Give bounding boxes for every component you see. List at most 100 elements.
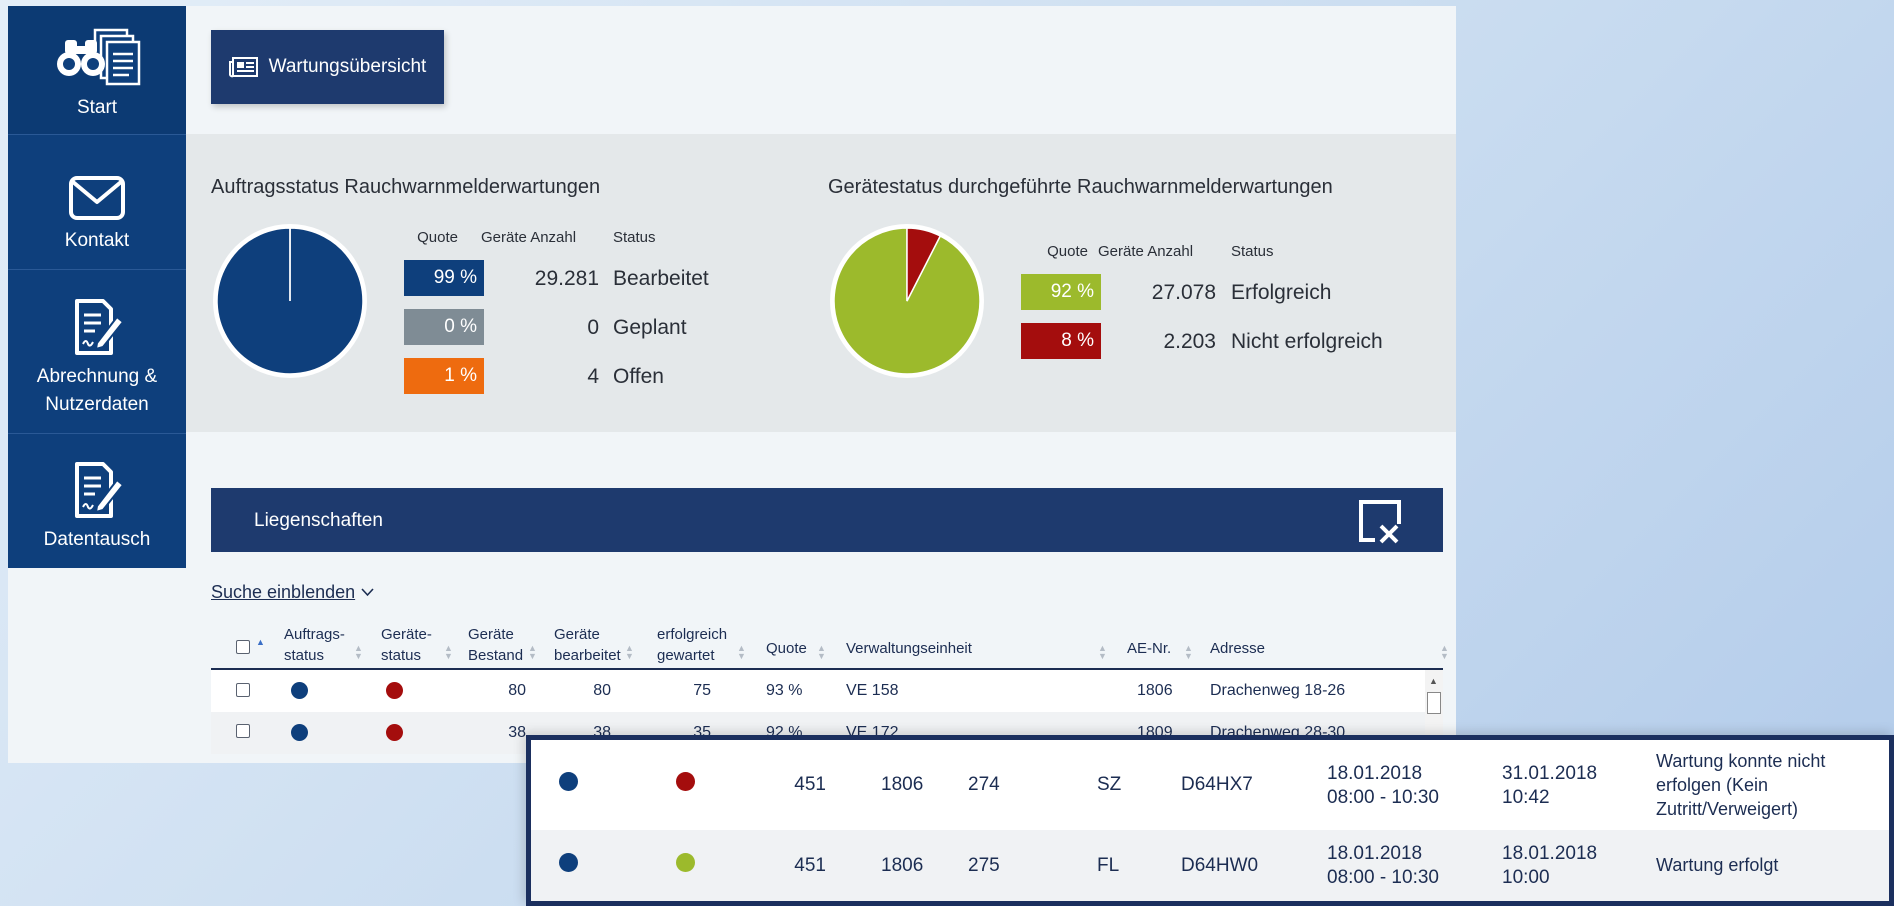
sidebar-item-datentausch[interactable]: Datentausch	[8, 433, 186, 568]
order-status-pie-chart	[213, 224, 367, 378]
planned-date: 18.01.2018	[1327, 763, 1423, 784]
order-quote-badge: 99 %	[404, 260, 484, 296]
done-date: 31.01.2018	[1502, 763, 1598, 784]
sidebar-item-label: Kontakt	[64, 230, 130, 251]
cell-device: D64HW0	[1181, 855, 1259, 876]
binoculars-documents-icon	[57, 28, 141, 86]
cell-col1: 451	[794, 774, 826, 795]
column-header-adresse[interactable]: Adresse	[1210, 638, 1265, 659]
search-toggle-link[interactable]: Suche einblenden	[211, 582, 374, 603]
device-quote-badge: 8 %	[1021, 323, 1101, 359]
properties-header: Liegenschaften	[211, 488, 1443, 552]
app-window: Start Kontakt Abrechnung & Nutzerdaten D…	[8, 6, 1456, 763]
envelope-icon	[69, 176, 125, 220]
scroll-up-icon[interactable]: ▲	[1429, 676, 1438, 686]
order-quote-badge: 0 %	[404, 309, 484, 345]
chevron-down-icon	[361, 588, 374, 597]
geraete-status-dot	[676, 772, 695, 791]
order-quote-header: Quote	[417, 229, 458, 246]
sidebar-item-kontakt[interactable]: Kontakt	[8, 134, 186, 269]
device-status-label: Nicht erfolgreich	[1231, 330, 1383, 353]
planned-time: 08:00 - 10:30	[1327, 867, 1439, 888]
sort-icon[interactable]: ▲ ▼	[354, 644, 363, 661]
order-status-header: Status	[613, 229, 656, 246]
sort-icon[interactable]: ▲ ▼	[1440, 644, 1449, 661]
sort-icon[interactable]: ▲ ▼	[625, 644, 634, 661]
column-header-geraete-bestand[interactable]: Geräte Bestand	[468, 624, 523, 666]
cell-col2: 1806	[881, 774, 924, 795]
scrollbar-thumb[interactable]	[1427, 692, 1441, 714]
cell-done: 31.01.2018 10:42	[1502, 762, 1597, 810]
device-count: 27.078	[1151, 281, 1216, 304]
sort-icon[interactable]: ▲ ▼	[528, 644, 537, 661]
row-checkbox[interactable]	[236, 683, 250, 697]
column-header-ae-nr[interactable]: AE-Nr.	[1127, 638, 1171, 659]
sidebar-item-start[interactable]: Start	[8, 6, 186, 134]
cell-room: SZ	[1097, 774, 1122, 795]
device-status-title: Gerätestatus durchgeführte Rauchwarnmeld…	[828, 176, 1333, 198]
cell-gewartet: 75	[693, 682, 711, 699]
cell-verwaltungseinheit: VE 158	[846, 682, 899, 699]
column-header-auftragsstatus[interactable]: Auftrags- status	[284, 624, 345, 666]
column-header-line: Auftrags-	[284, 626, 345, 643]
sidebar-item-label: Nutzerdaten	[45, 394, 149, 415]
sort-icon[interactable]: ▲ ▼	[1098, 644, 1107, 661]
detail-row[interactable]: 451 1806 274 SZ D64HX7 18.01.2018 08:00 …	[531, 740, 1889, 830]
device-count: 2.203	[1163, 330, 1216, 353]
device-status-pie-chart	[830, 224, 984, 378]
column-header-quote[interactable]: Quote	[766, 638, 807, 659]
column-header-line: status	[284, 647, 325, 664]
sort-icon[interactable]: ▲ ▼	[1184, 644, 1193, 661]
sort-asc-icon[interactable]: ▲	[256, 638, 265, 647]
column-header-erfolgreich-gewartet[interactable]: erfolgreich gewartet	[657, 624, 727, 666]
column-header-line: Geräte	[554, 626, 600, 643]
sidebar: Start Kontakt Abrechnung & Nutzerdaten D…	[8, 6, 186, 568]
document-pen-icon	[75, 299, 125, 355]
sidebar-item-label: Abrechnung &	[36, 366, 158, 387]
auftrag-status-dot	[559, 853, 578, 872]
device-count-header: Geräte Anzahl	[1098, 243, 1194, 260]
geraete-status-dot	[386, 724, 403, 741]
auftrag-status-dot	[291, 724, 308, 741]
export-close-icon[interactable]	[1357, 498, 1403, 544]
properties-title: Liegenschaften	[254, 510, 383, 531]
auftrag-status-dot	[291, 682, 308, 699]
cell-device: D64HX7	[1181, 774, 1253, 795]
column-header-geraete-bearbeitet[interactable]: Geräte bearbeitet	[554, 624, 621, 666]
column-header-geraetestatus[interactable]: Geräte- status	[381, 624, 432, 666]
device-quote-badge: 92 %	[1021, 274, 1101, 310]
order-count: 0	[587, 316, 599, 339]
sidebar-item-abrechnung[interactable]: Abrechnung & Nutzerdaten	[8, 269, 186, 433]
column-header-verwaltungseinheit[interactable]: Verwaltungseinheit	[846, 638, 972, 659]
row-checkbox[interactable]	[236, 724, 250, 738]
sidebar-item-label: Datentausch	[43, 529, 151, 550]
cell-adresse: Drachenweg 18-26	[1210, 682, 1346, 699]
device-status-label: Erfolgreich	[1231, 281, 1332, 304]
device-quote-header: Quote	[1047, 243, 1088, 260]
detail-overlay: 451 1806 274 SZ D64HX7 18.01.2018 08:00 …	[526, 735, 1894, 906]
column-header-line: gewartet	[657, 647, 715, 664]
sort-icon[interactable]: ▲ ▼	[444, 644, 453, 661]
overview-button-label: Wartungsübersicht	[268, 56, 427, 77]
column-header-line: Geräte-	[381, 626, 432, 643]
newspaper-icon	[228, 57, 258, 78]
cell-bestand: 38	[508, 724, 526, 741]
sidebar-item-label: Start	[76, 97, 118, 118]
cell-col2: 1806	[881, 855, 924, 876]
sort-icon[interactable]: ▲ ▼	[817, 644, 826, 661]
select-all-checkbox[interactable]	[236, 640, 250, 654]
detail-row[interactable]: 451 1806 275 FL D64HW0 18.01.2018 08:00 …	[531, 830, 1889, 901]
sort-icon[interactable]: ▲ ▼	[737, 644, 746, 661]
cell-quote: 93 %	[766, 682, 803, 699]
order-status-label: Offen	[613, 365, 664, 388]
table-row[interactable]: 80 80 75 93 % VE 158 1806 Drachenweg 18-…	[211, 670, 1425, 712]
column-header-line: erfolgreich	[657, 626, 728, 643]
order-count-header: Geräte Anzahl	[481, 229, 577, 246]
order-count: 29.281	[534, 267, 599, 290]
order-status-label: Geplant	[613, 316, 687, 339]
cell-room: FL	[1097, 855, 1120, 876]
wartungsuebersicht-button[interactable]: Wartungsübersicht	[211, 30, 444, 104]
cell-col1: 451	[794, 855, 826, 876]
cell-done: 18.01.2018 10:00	[1502, 842, 1597, 890]
done-time: 10:00	[1502, 867, 1550, 888]
